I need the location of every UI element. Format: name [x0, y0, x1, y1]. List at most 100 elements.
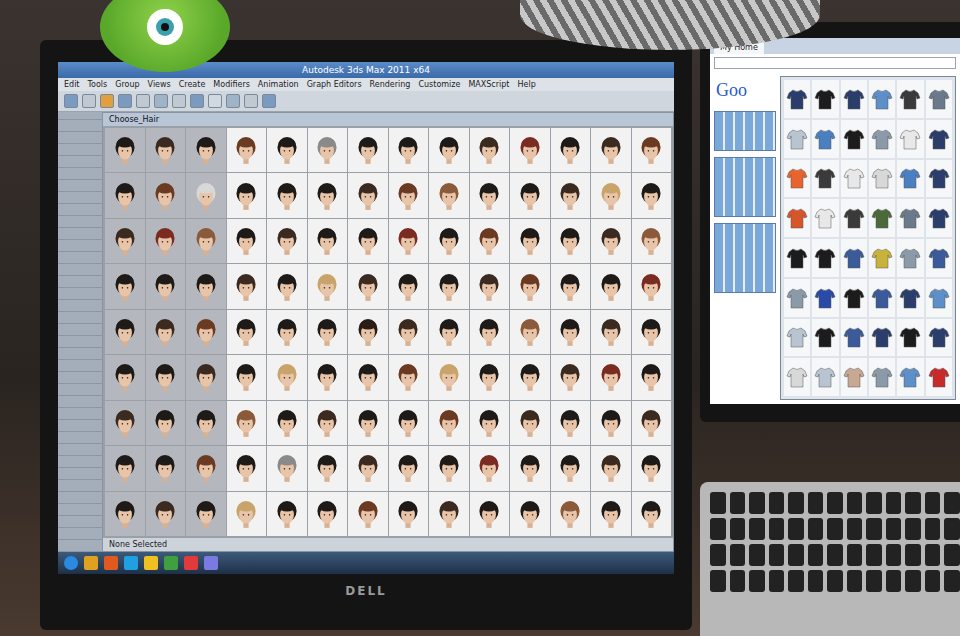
hair-thumbnail[interactable]	[632, 219, 672, 263]
clothing-thumbnail[interactable]	[784, 80, 810, 118]
keyboard-key[interactable]	[905, 544, 921, 566]
hair-thumbnail[interactable]	[429, 310, 469, 354]
keyboard-key[interactable]	[925, 570, 941, 592]
hair-thumbnail[interactable]	[348, 446, 388, 490]
menu-item[interactable]: Views	[148, 80, 171, 89]
hair-thumbnail[interactable]	[591, 446, 631, 490]
tool-button[interactable]	[100, 94, 114, 108]
tool-button[interactable]	[82, 94, 96, 108]
hair-thumbnail[interactable]	[267, 310, 307, 354]
hair-thumbnail[interactable]	[348, 310, 388, 354]
hair-thumbnail[interactable]	[186, 264, 226, 308]
clothing-thumbnail[interactable]	[926, 199, 952, 237]
clothing-thumbnail[interactable]	[897, 358, 923, 396]
clothing-thumbnail[interactable]	[926, 358, 952, 396]
keyboard-key[interactable]	[847, 492, 863, 514]
hair-thumbnail[interactable]	[186, 219, 226, 263]
taskbar-app-icon[interactable]	[204, 556, 218, 570]
hair-thumbnail[interactable]	[389, 355, 429, 399]
clothing-thumbnail[interactable]	[784, 199, 810, 237]
hair-thumbnail[interactable]	[551, 173, 591, 217]
keyboard-key[interactable]	[710, 570, 726, 592]
clothing-thumbnail[interactable]	[841, 279, 867, 317]
clothing-thumbnail[interactable]	[869, 160, 895, 198]
keyboard-key[interactable]	[749, 544, 765, 566]
clothing-thumbnail[interactable]	[812, 239, 838, 277]
hair-thumbnail[interactable]	[429, 355, 469, 399]
hair-thumbnail[interactable]	[308, 401, 348, 445]
hair-thumbnail[interactable]	[146, 446, 186, 490]
clothing-thumbnail[interactable]	[897, 199, 923, 237]
keyboard-key[interactable]	[769, 570, 785, 592]
clothing-thumbnail[interactable]	[926, 120, 952, 158]
hair-thumbnail[interactable]	[591, 264, 631, 308]
clothing-thumbnail[interactable]	[926, 160, 952, 198]
hair-thumbnail[interactable]	[186, 355, 226, 399]
hair-thumbnail[interactable]	[146, 355, 186, 399]
hair-thumbnail[interactable]	[227, 264, 267, 308]
hair-thumbnail[interactable]	[308, 310, 348, 354]
clothing-thumbnail[interactable]	[812, 199, 838, 237]
clothing-thumbnail[interactable]	[897, 239, 923, 277]
hair-thumbnail[interactable]	[510, 173, 550, 217]
hair-thumbnail[interactable]	[186, 401, 226, 445]
keyboard-key[interactable]	[886, 492, 902, 514]
hair-thumbnail[interactable]	[186, 128, 226, 172]
hair-thumbnail[interactable]	[348, 219, 388, 263]
clothing-thumbnail[interactable]	[869, 279, 895, 317]
hair-thumbnail[interactable]	[470, 401, 510, 445]
clothing-thumbnail[interactable]	[869, 319, 895, 357]
keyboard-key[interactable]	[866, 518, 882, 540]
hair-thumbnail[interactable]	[510, 310, 550, 354]
keyboard-key[interactable]	[730, 518, 746, 540]
hair-thumbnail[interactable]	[632, 355, 672, 399]
hair-thumbnail[interactable]	[551, 310, 591, 354]
clothing-thumbnail[interactable]	[926, 319, 952, 357]
hair-thumbnail[interactable]	[551, 355, 591, 399]
menu-item[interactable]: Help	[518, 80, 536, 89]
clothing-thumbnail[interactable]	[897, 120, 923, 158]
hair-thumbnail[interactable]	[348, 492, 388, 536]
clothing-thumbnail[interactable]	[897, 319, 923, 357]
hair-thumbnail[interactable]	[267, 219, 307, 263]
clothing-thumbnail[interactable]	[897, 80, 923, 118]
keyboard-key[interactable]	[866, 570, 882, 592]
hair-thumbnail[interactable]	[551, 219, 591, 263]
hair-thumbnail[interactable]	[429, 264, 469, 308]
hair-thumbnail[interactable]	[429, 173, 469, 217]
clothing-thumbnail[interactable]	[784, 160, 810, 198]
hair-thumbnail[interactable]	[632, 401, 672, 445]
hair-thumbnail[interactable]	[551, 492, 591, 536]
keyboard-key[interactable]	[886, 544, 902, 566]
hair-thumbnail[interactable]	[429, 219, 469, 263]
clothing-thumbnail[interactable]	[784, 279, 810, 317]
hair-thumbnail[interactable]	[429, 128, 469, 172]
hair-thumbnail[interactable]	[591, 128, 631, 172]
hair-thumbnail[interactable]	[591, 492, 631, 536]
hair-thumbnail[interactable]	[186, 492, 226, 536]
keyboard-key[interactable]	[749, 570, 765, 592]
keyboard-key[interactable]	[808, 544, 824, 566]
keyboard-key[interactable]	[847, 570, 863, 592]
tool-button[interactable]	[262, 94, 276, 108]
hair-thumbnail[interactable]	[389, 264, 429, 308]
tool-button[interactable]	[136, 94, 150, 108]
hair-thumbnail[interactable]	[146, 310, 186, 354]
clothing-thumbnail[interactable]	[784, 120, 810, 158]
menu-item[interactable]: Group	[115, 80, 139, 89]
hair-thumbnail[interactable]	[267, 446, 307, 490]
menu-item[interactable]: Graph Editors	[307, 80, 362, 89]
tool-button[interactable]	[64, 94, 78, 108]
taskbar-app-icon[interactable]	[104, 556, 118, 570]
keyboard-key[interactable]	[730, 570, 746, 592]
clothing-thumbnail[interactable]	[897, 160, 923, 198]
hair-thumbnail[interactable]	[632, 446, 672, 490]
tool-button[interactable]	[154, 94, 168, 108]
keyboard-key[interactable]	[944, 492, 960, 514]
hair-thumbnail[interactable]	[389, 310, 429, 354]
tool-button[interactable]	[208, 94, 222, 108]
hair-thumbnail[interactable]	[105, 310, 145, 354]
keyboard-key[interactable]	[769, 544, 785, 566]
hair-thumbnail[interactable]	[510, 355, 550, 399]
clothing-thumbnail[interactable]	[812, 80, 838, 118]
